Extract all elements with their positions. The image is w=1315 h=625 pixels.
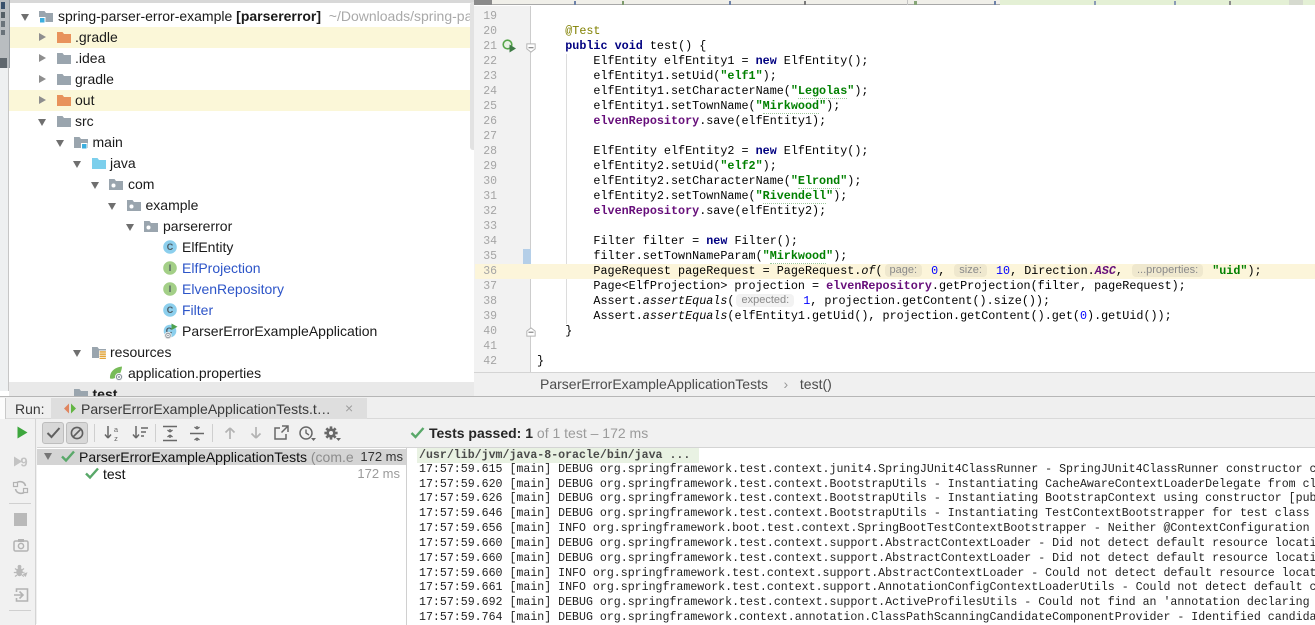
svg-text:a: a: [114, 425, 119, 434]
svg-text:C: C: [167, 242, 174, 252]
svg-text:I: I: [169, 263, 172, 273]
svg-text:z: z: [114, 434, 118, 442]
svg-text:I: I: [169, 284, 172, 294]
svg-text:C: C: [167, 305, 174, 315]
svg-text:9: 9: [20, 455, 27, 470]
